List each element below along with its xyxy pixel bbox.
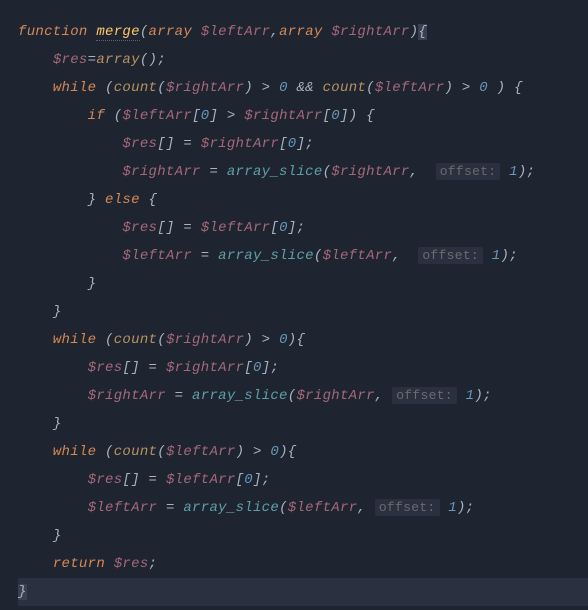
code-line[interactable]: $res[] = $leftArr[0];: [18, 214, 588, 242]
code-line[interactable]: $res[] = $rightArr[0];: [18, 354, 588, 382]
brace-highlight: }: [18, 584, 27, 600]
code-line[interactable]: while (count($rightArr) > 0){: [18, 326, 588, 354]
code-line[interactable]: }: [18, 298, 588, 326]
code-line[interactable]: }: [18, 270, 588, 298]
code-line[interactable]: while (count($rightArr) > 0 && count($le…: [18, 74, 588, 102]
parameter-hint: offset:: [436, 163, 501, 180]
code-line[interactable]: $leftArr = array_slice($leftArr, offset:…: [18, 494, 588, 522]
code-line[interactable]: $res=array();: [18, 46, 588, 74]
code-line[interactable]: $rightArr = array_slice($rightArr, offse…: [18, 158, 588, 186]
code-line[interactable]: while (count($leftArr) > 0){: [18, 438, 588, 466]
brace-highlight: {: [418, 24, 427, 40]
code-editor[interactable]: function merge(array $leftArr,array $rig…: [18, 18, 588, 606]
code-line[interactable]: $rightArr = array_slice($rightArr, offse…: [18, 382, 588, 410]
parameter-hint: offset:: [418, 247, 483, 264]
code-line[interactable]: $res[] = $leftArr[0];: [18, 466, 588, 494]
function-name: merge: [96, 24, 140, 41]
parameter-hint: offset:: [375, 499, 440, 516]
parameter-hint: offset:: [392, 387, 457, 404]
code-line[interactable]: }: [18, 522, 588, 550]
code-line[interactable]: if ($leftArr[0] > $rightArr[0]) {: [18, 102, 588, 130]
code-line[interactable]: return $res;: [18, 550, 588, 578]
code-line-cursor[interactable]: }: [18, 578, 588, 606]
code-line[interactable]: }: [18, 410, 588, 438]
code-line[interactable]: } else {: [18, 186, 588, 214]
code-line[interactable]: $leftArr = array_slice($leftArr, offset:…: [18, 242, 588, 270]
keyword-function: function: [18, 24, 88, 40]
code-line[interactable]: function merge(array $leftArr,array $rig…: [18, 18, 588, 46]
code-line[interactable]: $res[] = $rightArr[0];: [18, 130, 588, 158]
